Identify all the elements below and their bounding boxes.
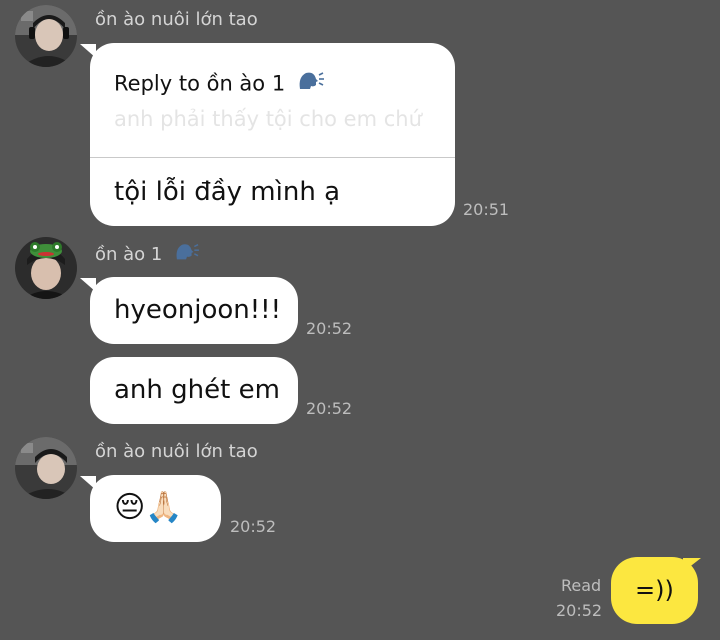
sender-name: ồn ào nuôi lớn tao [95, 9, 258, 30]
reply-message-bubble[interactable]: Reply to ồn ào 1 anh phải thấy tội cho e… [90, 43, 455, 226]
message-text: tội lỗi đầy mình ạ [114, 177, 341, 207]
speaking-head-icon [172, 241, 202, 269]
message-time: 20:51 [463, 200, 510, 219]
chat-screen: { "messages": { "group1": { "sender": "ồ… [0, 0, 720, 640]
avatar[interactable] [15, 437, 77, 499]
message-time: 20:52 [306, 319, 353, 338]
message-text: hyeonjoon!!! [114, 295, 282, 325]
sender-name-text: ồn ào 1 [95, 244, 163, 265]
avatar[interactable] [15, 237, 77, 299]
read-status: Read [561, 576, 602, 595]
message-time: 20:52 [306, 399, 353, 418]
reply-divider [90, 157, 455, 158]
emoji-text: 😔🙏🏻 [114, 490, 183, 525]
my-message-bubble[interactable]: =)) [611, 557, 698, 624]
reply-title: Reply to ồn ào 1 [114, 71, 286, 96]
message-time: 20:52 [556, 601, 603, 620]
message-bubble[interactable]: anh ghét em [90, 357, 298, 424]
sender-name: ồn ào 1 [95, 241, 202, 269]
message-time: 20:52 [230, 517, 277, 536]
reply-quote: anh phải thấy tội cho em chứ [114, 107, 422, 131]
avatar[interactable] [15, 5, 77, 67]
message-bubble[interactable]: 😔🙏🏻 [90, 475, 221, 542]
reply-header: Reply to ồn ào 1 [114, 69, 326, 100]
message-text: anh ghét em [114, 375, 280, 405]
message-bubble[interactable]: hyeonjoon!!! [90, 277, 298, 344]
message-text: =)) [635, 576, 674, 604]
sender-name: ồn ào nuôi lớn tao [95, 441, 258, 462]
speaking-head-icon [296, 69, 326, 100]
